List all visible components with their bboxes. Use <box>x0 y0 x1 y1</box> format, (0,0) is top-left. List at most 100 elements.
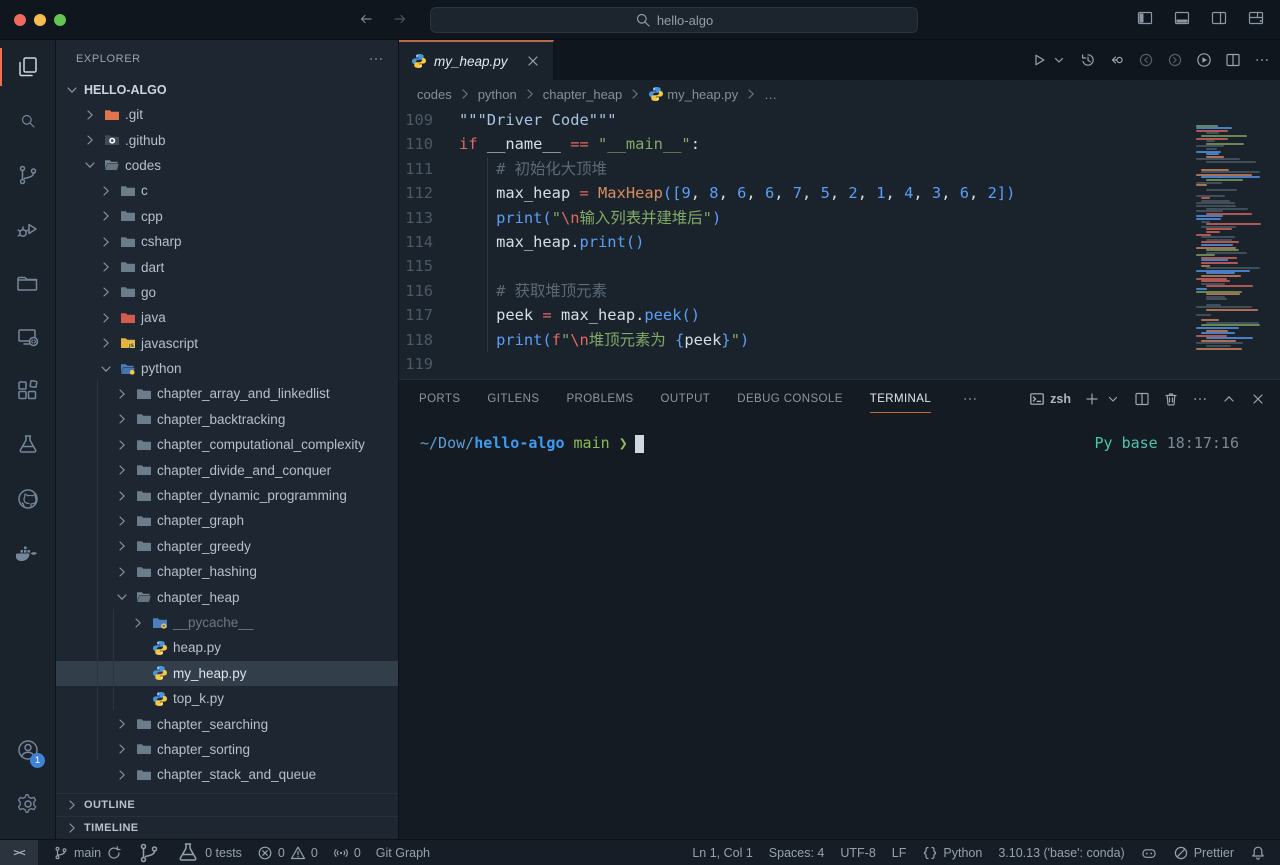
close-tab-icon[interactable] <box>525 53 541 69</box>
layout-panel-icon[interactable] <box>1174 10 1190 26</box>
breadcrumb-item-[interactable]: … <box>764 87 777 102</box>
tree-root-hello-algo[interactable]: HELLO-ALGO <box>56 77 398 102</box>
tree-item-python[interactable]: python <box>56 356 398 381</box>
status-problems[interactable]: 00 <box>257 845 318 861</box>
tree-item-javascript[interactable]: JSjavascript <box>56 331 398 356</box>
activity-extensions[interactable] <box>0 364 55 418</box>
tree-item-chapter-backtracking[interactable]: chapter_backtracking <box>56 407 398 432</box>
tree-item-go[interactable]: go <box>56 280 398 305</box>
status-feedback[interactable]: 0 <box>333 845 361 861</box>
terminal-more-icon[interactable] <box>1192 391 1208 407</box>
tree-item-chapter-greedy[interactable]: chapter_greedy <box>56 534 398 559</box>
kill-terminal-icon[interactable] <box>1163 391 1179 407</box>
tree-item-codes[interactable]: codes <box>56 153 398 178</box>
activity-docker[interactable] <box>0 526 55 580</box>
zoom-window-button[interactable] <box>54 14 66 26</box>
status-cursor-position[interactable]: Ln 1, Col 1 <box>692 846 752 860</box>
more-actions-icon[interactable] <box>1254 52 1270 68</box>
tree-item-chapter-array-and-linkedlist[interactable]: chapter_array_and_linkedlist <box>56 381 398 406</box>
minimap[interactable] <box>1196 122 1270 356</box>
activity-remote-explorer[interactable] <box>0 310 55 364</box>
panel-tab-ports[interactable]: PORTS <box>419 380 460 418</box>
tree-item-my-heap-py[interactable]: my_heap.py <box>56 661 398 686</box>
status-encoding[interactable]: UTF-8 <box>840 846 875 860</box>
activity-explorer[interactable] <box>0 40 55 94</box>
activity-folder-explorer[interactable] <box>0 256 55 310</box>
tree-item-c[interactable]: c <box>56 178 398 203</box>
tree-item-heap-py[interactable]: heap.py <box>56 635 398 660</box>
maximize-panel-icon[interactable] <box>1221 391 1237 407</box>
next-change-icon[interactable] <box>1167 52 1183 68</box>
activity-testing[interactable] <box>0 418 55 472</box>
split-editor-icon[interactable] <box>1225 52 1241 68</box>
terminal-instance-zsh[interactable]: zsh <box>1029 391 1071 407</box>
open-changes-icon[interactable] <box>1109 52 1125 68</box>
tree-item-dart[interactable]: dart <box>56 254 398 279</box>
status-remote[interactable]: >< <box>0 840 38 865</box>
breadcrumb-item-chapter-heap[interactable]: chapter_heap <box>543 87 623 102</box>
tab-my-heap-py[interactable]: my_heap.py <box>399 40 554 80</box>
status-eol[interactable]: LF <box>892 846 907 860</box>
close-panel-icon[interactable] <box>1250 391 1266 407</box>
run-python-file-icon[interactable] <box>1031 52 1047 68</box>
terminal[interactable]: ~/Dow/hello-algo main ❯ Py base 18:17:16 <box>399 418 1280 839</box>
tree-item-chapter-searching[interactable]: chapter_searching <box>56 711 398 736</box>
status-git-graph[interactable]: Git Graph <box>376 846 430 860</box>
status-language-mode[interactable]: Python <box>922 845 982 861</box>
tree-item-pycache[interactable]: __pycache__ <box>56 610 398 635</box>
breadcrumb-item-my-heap-py[interactable]: my_heap.py <box>667 87 738 102</box>
tree-item-github[interactable]: .github <box>56 127 398 152</box>
status-indentation[interactable]: Spaces: 4 <box>769 846 825 860</box>
tree-item-cpp[interactable]: cpp <box>56 204 398 229</box>
status-notifications[interactable] <box>1250 845 1266 861</box>
tree-item-chapter-hashing[interactable]: chapter_hashing <box>56 559 398 584</box>
tree-item-chapter-graph[interactable]: chapter_graph <box>56 508 398 533</box>
activity-run-debug[interactable] <box>0 202 55 256</box>
outline-section[interactable]: OUTLINE <box>56 793 398 816</box>
go-forward-icon[interactable] <box>392 11 408 27</box>
layout-customize-icon[interactable] <box>1248 10 1264 26</box>
panel-tab-output[interactable]: OUTPUT <box>661 380 711 418</box>
activity-accounts[interactable]: 1 <box>0 723 55 777</box>
previous-change-icon[interactable] <box>1138 52 1154 68</box>
status-copilot[interactable] <box>1141 845 1157 861</box>
tree-item-java[interactable]: java <box>56 305 398 330</box>
layout-sidebar-left-icon[interactable] <box>1137 10 1153 26</box>
tree-item-chapter-sorting[interactable]: chapter_sorting <box>56 737 398 762</box>
panel-tab-problems[interactable]: PROBLEMS <box>566 380 633 418</box>
command-center-search[interactable]: hello-algo <box>430 7 918 33</box>
tree-item-chapter-divide-and-conquer[interactable]: chapter_divide_and_conquer <box>56 457 398 482</box>
tree-item-chapter-heap[interactable]: chapter_heap <box>56 584 398 609</box>
activity-settings[interactable] <box>0 777 55 831</box>
panel-tab-terminal[interactable]: TERMINAL <box>870 380 931 418</box>
minimize-window-button[interactable] <box>34 14 46 26</box>
code-editor[interactable]: 109"""Driver Code"""110if __name__ == "_… <box>399 108 1280 379</box>
tree-item-chapter-dynamic-programming[interactable]: chapter_dynamic_programming <box>56 483 398 508</box>
activity-source-control[interactable] <box>0 148 55 202</box>
breadcrumb-item-codes[interactable]: codes <box>417 87 452 102</box>
breadcrumb-item-python[interactable]: python <box>478 87 517 102</box>
activity-search[interactable] <box>0 94 55 148</box>
split-terminal-icon[interactable] <box>1134 391 1150 407</box>
status-branch[interactable]: main <box>53 845 122 861</box>
launch-profile-icon[interactable] <box>1105 391 1121 407</box>
explorer-more-actions-icon[interactable] <box>368 51 384 67</box>
new-terminal-icon[interactable] <box>1084 391 1100 407</box>
tree-item-git[interactable]: .git <box>56 102 398 127</box>
status-python-interpreter[interactable]: 3.10.13 ('base': conda) <box>998 846 1124 860</box>
status-git-graph-icon-item[interactable] <box>137 841 161 865</box>
tree-item-chapter-computational-complexity[interactable]: chapter_computational_complexity <box>56 432 398 457</box>
tree-item-csharp[interactable]: csharp <box>56 229 398 254</box>
tree-item-top-k-py[interactable]: top_k.py <box>56 686 398 711</box>
tree-item-chapter-stack-and-queue[interactable]: chapter_stack_and_queue <box>56 762 398 787</box>
file-history-icon[interactable] <box>1080 52 1096 68</box>
timeline-section[interactable]: TIMELINE <box>56 816 398 839</box>
close-window-button[interactable] <box>14 14 26 26</box>
activity-github[interactable] <box>0 472 55 526</box>
layout-sidebar-right-icon[interactable] <box>1211 10 1227 26</box>
status-prettier[interactable]: Prettier <box>1173 845 1234 861</box>
status-tests[interactable]: 0 tests <box>176 841 242 865</box>
panel-tab-debug-console[interactable]: DEBUG CONSOLE <box>737 380 843 418</box>
run-or-debug-icon[interactable] <box>1196 52 1212 68</box>
panel-tab-gitlens[interactable]: GITLENS <box>487 380 539 418</box>
